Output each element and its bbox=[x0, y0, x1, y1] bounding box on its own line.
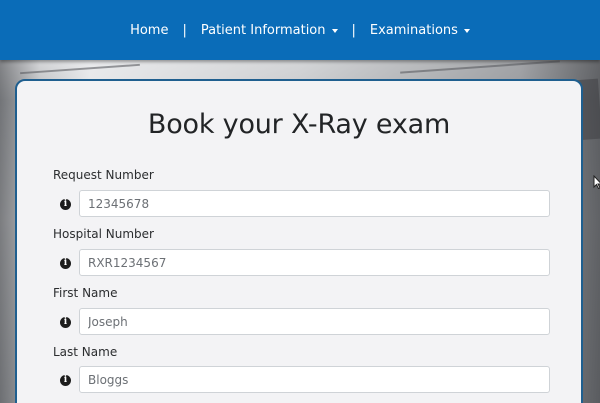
nav-separator: | bbox=[182, 22, 187, 38]
hospital-number-input[interactable] bbox=[79, 249, 550, 276]
form-title: Book your X-Ray exam bbox=[147, 109, 451, 140]
info-icon[interactable]: i bbox=[60, 199, 71, 210]
nav-separator: | bbox=[351, 22, 356, 38]
nav-examinations-label: Examinations bbox=[369, 22, 458, 38]
info-icon[interactable]: i bbox=[60, 317, 71, 328]
caret-down-icon bbox=[331, 28, 338, 33]
request-number-label: Request Number bbox=[53, 168, 154, 182]
nav-home-label: Home bbox=[130, 22, 169, 38]
request-number-input[interactable] bbox=[79, 190, 550, 217]
nav-home-link[interactable]: Home bbox=[126, 23, 172, 38]
first-name-label: First Name bbox=[53, 286, 118, 300]
nav-examinations-dropdown[interactable]: Examinations bbox=[366, 23, 474, 38]
booking-form-card: Book your X-Ray exam Request Number i Ho… bbox=[15, 79, 583, 403]
mouse-cursor-icon bbox=[593, 175, 600, 189]
background-streak bbox=[20, 63, 140, 75]
last-name-label: Last Name bbox=[53, 345, 118, 359]
background-streak bbox=[400, 60, 560, 74]
first-name-input[interactable] bbox=[79, 308, 550, 335]
hospital-number-label: Hospital Number bbox=[53, 227, 154, 241]
nav-patient-information-label: Patient Information bbox=[200, 22, 326, 38]
top-navbar: Home | Patient Information | Examination… bbox=[0, 0, 600, 60]
nav-patient-information-dropdown[interactable]: Patient Information bbox=[197, 23, 342, 38]
info-icon[interactable]: i bbox=[60, 258, 71, 269]
last-name-input[interactable] bbox=[79, 366, 550, 393]
caret-down-icon bbox=[463, 28, 470, 33]
info-icon[interactable]: i bbox=[60, 375, 71, 386]
